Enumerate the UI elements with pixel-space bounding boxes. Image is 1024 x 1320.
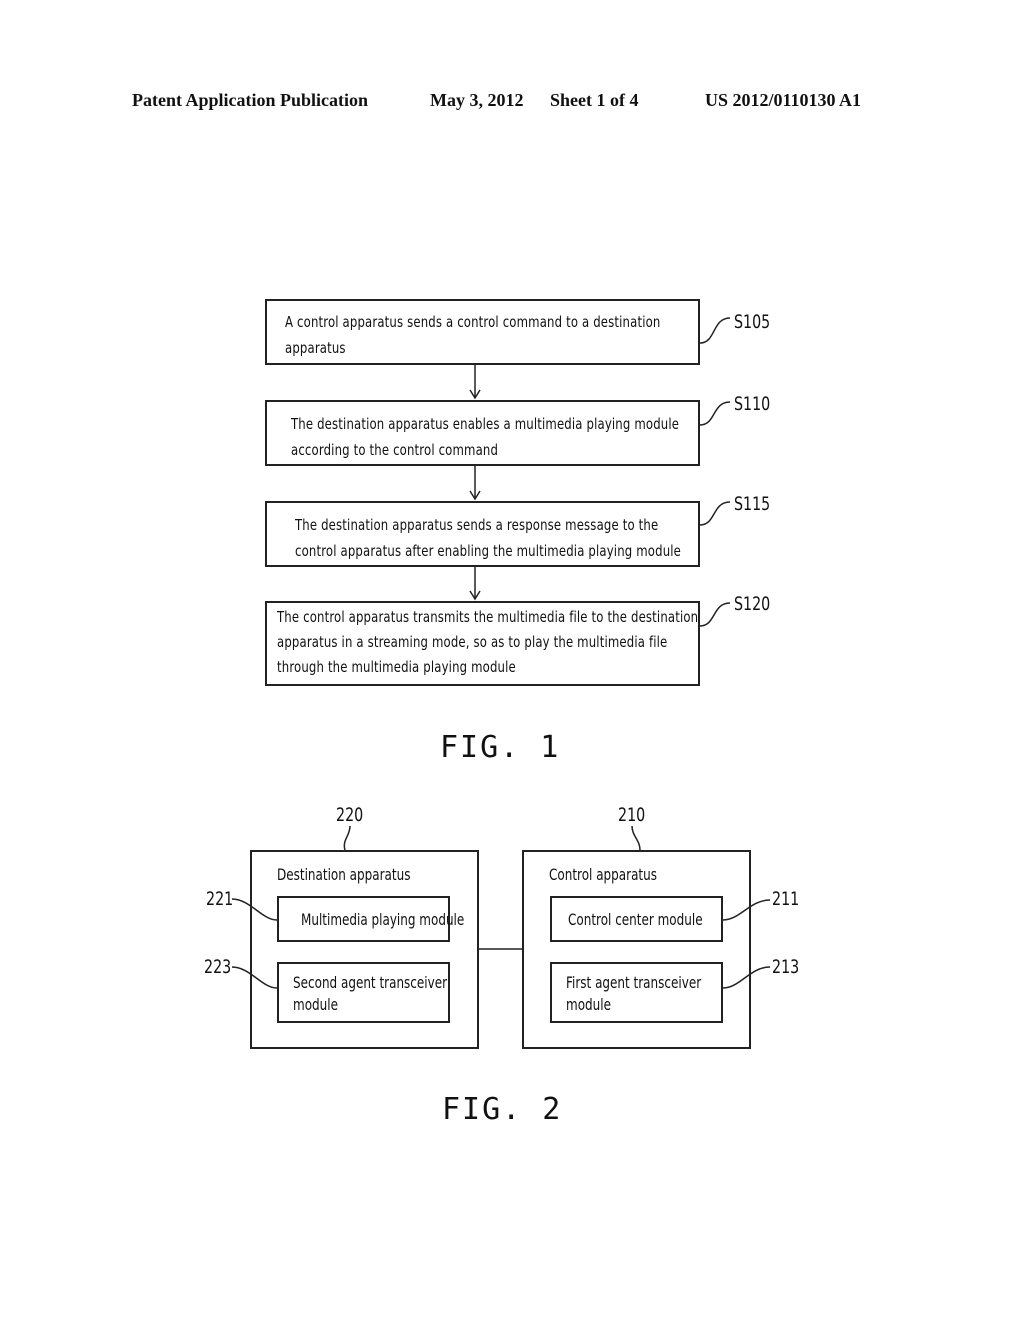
step-line: through the multimedia playing module <box>277 658 516 676</box>
step-line: according to the control command <box>291 441 499 459</box>
step-label-s120: S120 <box>734 593 771 615</box>
publication-number: US 2012/0110130 A1 <box>705 90 862 110</box>
figure-caption-2: FIG. 2 <box>442 1092 563 1127</box>
module-text: Control center module <box>568 910 703 929</box>
module-line: module <box>293 995 338 1014</box>
module-line: Second agent transceiver <box>293 973 448 992</box>
leader-line-s105 <box>699 317 731 344</box>
destination-apparatus-title: Destination apparatus <box>277 865 411 884</box>
step-line: The destination apparatus sends a respon… <box>295 516 659 534</box>
step-box-s105: A control apparatus sends a control comm… <box>265 299 700 365</box>
ref-label-221: 221 <box>206 888 234 910</box>
ref-label-210: 210 <box>618 804 646 826</box>
module-box-223: Second agent transceiver module <box>277 962 450 1023</box>
ref-label-220: 220 <box>336 804 364 826</box>
module-line: First agent transceiver <box>566 973 702 992</box>
step-text: A control apparatus sends a control comm… <box>285 309 660 361</box>
step-box-s115: The destination apparatus sends a respon… <box>265 501 700 567</box>
module-text: First agent transceiver module <box>566 972 701 1016</box>
step-box-s110: The destination apparatus enables a mult… <box>265 400 700 466</box>
step-line: apparatus in a streaming mode, so as to … <box>277 633 668 651</box>
leader-line-s115 <box>699 501 731 526</box>
ref-label-211: 211 <box>772 888 800 910</box>
leader-line-s110 <box>699 401 731 426</box>
arrowhead-icon <box>469 490 481 501</box>
publication-date: May 3, 2012 <box>430 90 524 110</box>
step-line: The destination apparatus enables a mult… <box>291 415 680 433</box>
step-line: The control apparatus transmits the mult… <box>277 608 699 626</box>
module-box-221: Multimedia playing module <box>277 896 464 942</box>
control-apparatus-title: Control apparatus <box>549 865 657 884</box>
sheet-number: Sheet 1 of 4 <box>550 90 639 110</box>
leader-line-220 <box>343 825 351 851</box>
step-label-s105: S105 <box>734 311 771 333</box>
step-label-s110: S110 <box>734 393 771 415</box>
module-box-213: First agent transceiver module <box>550 962 723 1023</box>
step-label-s115: S115 <box>734 493 771 515</box>
step-line: control apparatus after enabling the mul… <box>295 542 682 560</box>
leader-line-210 <box>631 825 641 851</box>
step-text: The destination apparatus enables a mult… <box>291 411 679 463</box>
leader-line-s120 <box>699 602 731 627</box>
step-text: The destination apparatus sends a respon… <box>295 512 681 564</box>
module-box-211: Control center module <box>550 896 723 942</box>
module-text: Second agent transceiver module <box>293 972 447 1016</box>
figure-caption-1: FIG. 1 <box>440 730 561 765</box>
ref-label-223: 223 <box>204 956 232 978</box>
step-box-s120: The control apparatus transmits the mult… <box>265 601 700 686</box>
module-text: Multimedia playing module <box>301 910 465 929</box>
arrowhead-icon <box>469 590 481 601</box>
step-text: The control apparatus transmits the mult… <box>277 605 698 680</box>
module-line: module <box>566 995 611 1014</box>
publication-type: Patent Application Publication <box>132 90 369 110</box>
step-line: A control apparatus sends a control comm… <box>285 313 661 331</box>
ref-label-213: 213 <box>772 956 800 978</box>
arrowhead-icon <box>469 389 481 400</box>
step-line: apparatus <box>285 339 346 357</box>
